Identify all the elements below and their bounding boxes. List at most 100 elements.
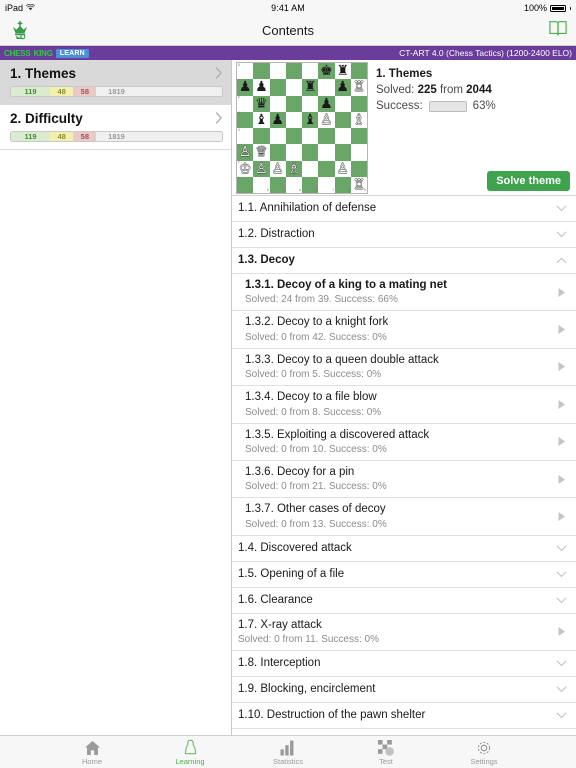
board-square-a4[interactable]: 4: [237, 128, 254, 145]
board-square-c4[interactable]: [269, 128, 286, 145]
topic-row-1-3-2-decoy-to-a-knight-fork[interactable]: 1.3.2. Decoy to a knight fork Solved: 0 f…: [232, 311, 576, 349]
sidebar-item-difficulty[interactable]: 2. Difficulty 119 48 58 1819: [0, 105, 231, 150]
board-square-e7[interactable]: ♜: [302, 79, 319, 96]
board-square-e1[interactable]: e: [302, 176, 319, 193]
sidebar-item-themes[interactable]: 1. Themes 119 48 58 1819: [0, 60, 231, 105]
topic-row-1-3-decoy[interactable]: 1.3. Decoy: [232, 248, 576, 274]
board-square-f6[interactable]: ♟: [318, 95, 335, 112]
play-triangle-icon[interactable]: [554, 626, 568, 637]
topic-row-1-10-destruction-of-the-pawn-shelter[interactable]: 1.10. Destruction of the pawn shelter: [232, 703, 576, 729]
board-square-g8[interactable]: ♜: [334, 63, 351, 80]
topic-row-1-2-distraction[interactable]: 1.2. Distraction: [232, 222, 576, 248]
board-square-g6[interactable]: [334, 95, 351, 112]
topic-row-1-3-5-exploiting-a-discovered-attack[interactable]: 1.3.5. Exploiting a discovered attack Sol…: [232, 424, 576, 461]
topic-row-1-3-6-decoy-for-a-pin[interactable]: 1.3.6. Decoy for a pin Solved: 0 from 21.…: [232, 461, 576, 499]
board-square-g3[interactable]: [334, 144, 351, 161]
tab-learning[interactable]: Learning: [163, 739, 217, 766]
play-triangle-icon[interactable]: [554, 324, 568, 335]
board-square-c8[interactable]: [269, 63, 286, 80]
board-square-f7[interactable]: [318, 79, 335, 96]
topic-list[interactable]: 1.1. Annihilation of defense 1.2. Distrac…: [232, 196, 576, 735]
chevron-down-icon[interactable]: [554, 231, 568, 238]
board-square-d5[interactable]: [285, 111, 302, 128]
play-triangle-icon[interactable]: [554, 511, 568, 522]
board-square-e5[interactable]: ♝: [302, 111, 319, 128]
board-square-h5[interactable]: ♗: [350, 111, 367, 128]
board-square-f1[interactable]: f: [318, 176, 335, 193]
board-square-d6[interactable]: [285, 95, 302, 112]
play-triangle-icon[interactable]: [554, 436, 568, 447]
board-square-d3[interactable]: [285, 144, 302, 161]
board-square-a8[interactable]: 8: [237, 63, 254, 80]
board-square-a2[interactable]: 2 ♔: [237, 160, 254, 177]
board-square-f8[interactable]: ♚: [318, 63, 335, 80]
board-square-h3[interactable]: [350, 144, 367, 161]
board-square-h1[interactable]: h ♖: [350, 176, 367, 193]
topic-row-1-8-interception[interactable]: 1.8. Interception: [232, 651, 576, 677]
board-square-h7[interactable]: ♖: [350, 79, 367, 96]
board-square-b1[interactable]: b: [253, 176, 270, 193]
board-square-c2[interactable]: ♙: [269, 160, 286, 177]
board-square-a6[interactable]: 6: [237, 95, 254, 112]
board-square-b5[interactable]: ♝: [253, 111, 270, 128]
board-square-h4[interactable]: [350, 128, 367, 145]
topic-row-1-3-3-decoy-to-a-queen-double-attack[interactable]: 1.3.3. Decoy to a queen double attack Sol…: [232, 349, 576, 387]
topic-row-1-3-1-decoy-of-a-king-to-a-mating-net[interactable]: 1.3.1. Decoy of a king to a mating net So…: [232, 274, 576, 312]
topic-row-1-11-pawn-promotion[interactable]: 1.11. Pawn promotion: [232, 729, 576, 735]
topic-row-1-7-x-ray-attack[interactable]: 1.7. X-ray attack Solved: 0 from 11. Succ…: [232, 614, 576, 651]
board-square-b6[interactable]: ♛: [253, 95, 270, 112]
board-square-e2[interactable]: [302, 160, 319, 177]
board-square-h6[interactable]: [350, 95, 367, 112]
chevron-down-icon[interactable]: [554, 571, 568, 578]
tab-test[interactable]: Test: [359, 739, 413, 766]
board-square-c3[interactable]: [269, 144, 286, 161]
board-square-e8[interactable]: [302, 63, 319, 80]
topic-row-1-4-discovered-attack[interactable]: 1.4. Discovered attack: [232, 536, 576, 562]
board-square-f5[interactable]: ♙: [318, 111, 335, 128]
play-triangle-icon[interactable]: [554, 361, 568, 372]
play-triangle-icon[interactable]: [554, 399, 568, 410]
board-square-c7[interactable]: [269, 79, 286, 96]
board-square-e3[interactable]: [302, 144, 319, 161]
chevron-down-icon[interactable]: [554, 660, 568, 667]
chevron-up-icon[interactable]: [554, 257, 568, 264]
tab-home[interactable]: Home: [65, 739, 119, 766]
topic-row-1-9-blocking-encirclement[interactable]: 1.9. Blocking, encirclement: [232, 677, 576, 703]
board-square-g5[interactable]: [334, 111, 351, 128]
board-square-b8[interactable]: [253, 63, 270, 80]
board-square-b4[interactable]: [253, 128, 270, 145]
board-square-f2[interactable]: [318, 160, 335, 177]
board-square-e4[interactable]: [302, 128, 319, 145]
board-square-g4[interactable]: [334, 128, 351, 145]
bookmark-book-icon[interactable]: [548, 19, 568, 42]
board-square-a5[interactable]: 5: [237, 112, 254, 128]
chevron-down-icon[interactable]: [554, 686, 568, 693]
board-square-a1[interactable]: 1a: [237, 177, 254, 193]
board-square-e6[interactable]: [302, 95, 319, 112]
topic-row-1-6-clearance[interactable]: 1.6. Clearance: [232, 588, 576, 614]
tab-settings[interactable]: Settings: [457, 739, 511, 766]
board-square-d2[interactable]: ♗: [285, 160, 302, 177]
board-square-b3[interactable]: ♕: [253, 144, 270, 161]
board-square-b7[interactable]: ♟: [253, 79, 270, 96]
board-square-f4[interactable]: [318, 128, 335, 145]
board-square-b2[interactable]: ♙: [253, 160, 270, 177]
play-triangle-icon[interactable]: [554, 474, 568, 485]
board-square-g7[interactable]: ♟: [334, 79, 351, 96]
board-square-c6[interactable]: [269, 95, 286, 112]
board-square-d1[interactable]: d: [285, 176, 302, 193]
board-square-c1[interactable]: c: [269, 176, 286, 193]
board-square-d7[interactable]: [285, 79, 302, 96]
solve-theme-button[interactable]: Solve theme: [487, 171, 570, 191]
chess-king-logo-icon[interactable]: [8, 19, 32, 43]
topic-row-1-5-opening-of-a-file[interactable]: 1.5. Opening of a file: [232, 562, 576, 588]
topic-row-1-3-7-other-cases-of-decoy[interactable]: 1.3.7. Other cases of decoy Solved: 0 fro…: [232, 498, 576, 536]
board-square-d4[interactable]: [285, 128, 302, 145]
board-square-g2[interactable]: ♙: [334, 160, 351, 177]
board-square-a3[interactable]: 3 ♙: [237, 144, 254, 161]
board-square-a7[interactable]: 7 ♟: [237, 79, 254, 96]
chevron-down-icon[interactable]: [554, 597, 568, 604]
board-square-g1[interactable]: g: [334, 176, 351, 193]
chevron-down-icon[interactable]: [554, 205, 568, 212]
chevron-down-icon[interactable]: [554, 712, 568, 719]
